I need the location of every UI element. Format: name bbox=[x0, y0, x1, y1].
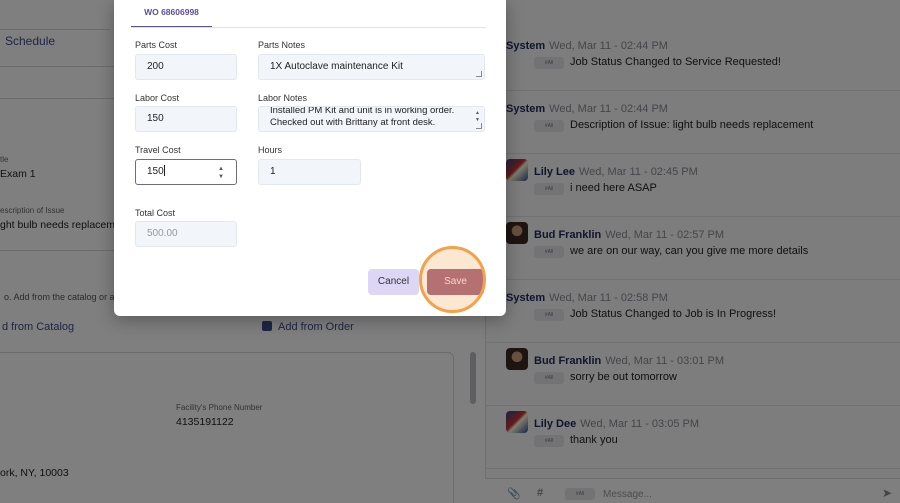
labor-notes-line: Installed PM Kit and unit is in working … bbox=[270, 106, 455, 116]
text-caret bbox=[163, 165, 165, 176]
parts-notes-text: 1X Autoclave maintenance Kit bbox=[270, 61, 403, 72]
resize-handle-icon[interactable] bbox=[476, 71, 482, 77]
decrement-arrow-icon[interactable]: ▼ bbox=[218, 174, 224, 180]
hours-input[interactable]: 1 bbox=[258, 159, 361, 185]
parts-notes-label: Parts Notes bbox=[258, 40, 306, 50]
click-highlight-ring bbox=[419, 246, 486, 313]
travel-cost-label: Travel Cost bbox=[135, 145, 181, 155]
cancel-button[interactable]: Cancel bbox=[368, 269, 419, 295]
increment-arrow-icon[interactable]: ▲ bbox=[218, 166, 224, 172]
travel-cost-input[interactable]: 150 ▲ ▼ bbox=[135, 159, 237, 185]
parts-notes-textarea[interactable]: 1X Autoclave maintenance Kit bbox=[258, 54, 485, 80]
labor-cost-label: Labor Cost bbox=[135, 93, 180, 103]
tab-work-order[interactable]: WO 68606998 bbox=[131, 0, 212, 28]
labor-notes-line: Checked out with Brittany at front desk. bbox=[270, 116, 436, 128]
parts-cost-input[interactable]: 200 bbox=[135, 54, 237, 80]
labor-notes-textarea[interactable]: Installed PM Kit and unit is in working … bbox=[258, 106, 485, 132]
labor-notes-label: Labor Notes bbox=[258, 93, 308, 103]
labor-cost-input[interactable]: 150 bbox=[135, 106, 237, 132]
total-cost-field: 500.00 bbox=[135, 221, 237, 247]
total-cost-label: Total Cost bbox=[135, 208, 176, 218]
scroll-arrows-icon[interactable]: ▲ ▼ bbox=[475, 110, 480, 124]
travel-cost-value: 150 bbox=[147, 166, 164, 177]
resize-handle-icon[interactable] bbox=[476, 123, 482, 129]
parts-cost-label: Parts Cost bbox=[135, 40, 178, 50]
hours-label: Hours bbox=[258, 145, 283, 155]
tab-divider bbox=[131, 27, 486, 28]
